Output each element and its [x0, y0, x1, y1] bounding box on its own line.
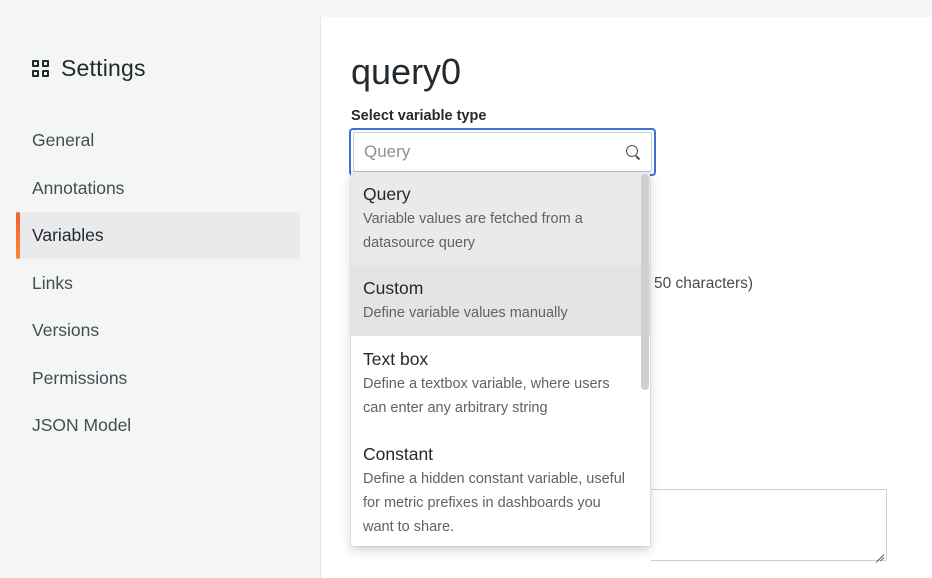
sidebar-item-label: Versions: [32, 320, 100, 340]
resize-handle-icon[interactable]: [875, 549, 884, 558]
option-description: Define a hidden constant variable, usefu…: [363, 471, 625, 535]
sidebar-item-annotations[interactable]: Annotations: [16, 165, 300, 212]
option-description: Variable values are fetched from a datas…: [363, 211, 583, 251]
variable-type-dropdown: Query Variable values are fetched from a…: [351, 172, 650, 546]
sidebar-item-label: Annotations: [32, 178, 125, 198]
sidebar-item-label: Links: [32, 273, 73, 293]
sidebar-title: Settings: [32, 55, 146, 82]
option-label: Query: [363, 184, 411, 204]
name-length-hint: 50 characters): [654, 275, 754, 292]
variable-type-select-inner: [353, 132, 652, 172]
sidebar-title-text: Settings: [61, 55, 146, 81]
sidebar-item-versions[interactable]: Versions: [16, 307, 300, 354]
apps-grid-icon: [32, 59, 50, 78]
option-custom[interactable]: Custom Define variable values manually: [351, 265, 650, 336]
sidebar-item-label: Permissions: [32, 368, 128, 388]
option-description: Define variable values manually: [363, 305, 568, 321]
sidebar-item-label: Variables: [32, 225, 104, 245]
dropdown-scrollbar[interactable]: [641, 174, 649, 390]
description-textarea[interactable]: [651, 489, 887, 561]
settings-sidebar: Settings General Annotations Variables L…: [0, 17, 320, 578]
option-label: Custom: [363, 278, 424, 298]
sidebar-item-links[interactable]: Links: [16, 260, 300, 307]
variable-type-select[interactable]: [349, 128, 656, 176]
search-icon: [625, 144, 641, 160]
option-query[interactable]: Query Variable values are fetched from a…: [351, 172, 650, 265]
option-description: Define a textbox variable, where users c…: [363, 376, 610, 416]
sidebar-item-label: General: [32, 130, 95, 150]
sidebar-item-permissions[interactable]: Permissions: [16, 355, 300, 402]
option-constant[interactable]: Constant Define a hidden constant variab…: [351, 431, 650, 546]
variable-type-label: Select variable type: [351, 108, 487, 124]
sidebar-item-variables[interactable]: Variables: [16, 212, 300, 259]
sidebar-item-label: JSON Model: [32, 415, 132, 435]
top-bar: [0, 0, 932, 17]
option-label: Constant: [363, 444, 434, 464]
option-text-box[interactable]: Text box Define a textbox variable, wher…: [351, 336, 650, 431]
option-label: Text box: [363, 349, 429, 369]
page-title: query0: [351, 51, 462, 92]
sidebar-item-general[interactable]: General: [16, 117, 300, 164]
variable-type-search-input[interactable]: [364, 142, 625, 162]
sidebar-item-json-model[interactable]: JSON Model: [16, 402, 300, 449]
